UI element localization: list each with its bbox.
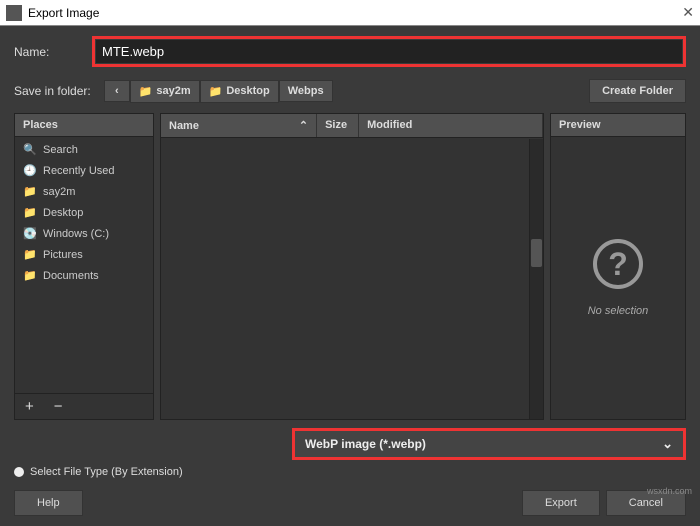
file-type-selector[interactable]: WebP image (*.webp) ⌄	[292, 428, 686, 460]
places-add-button[interactable]: +	[15, 394, 44, 419]
places-header: Places	[15, 114, 153, 137]
select-file-type-label: Select File Type (By Extension)	[30, 466, 183, 478]
places-remove-button[interactable]: −	[44, 394, 73, 419]
breadcrumb-item[interactable]: 📁Desktop	[200, 80, 279, 103]
help-button[interactable]: Help	[14, 490, 83, 516]
file-type-label: WebP image (*.webp)	[305, 437, 426, 451]
file-list-area[interactable]	[161, 138, 543, 419]
chevron-down-icon: ⌄	[662, 436, 673, 452]
folder-icon: 📁	[23, 206, 37, 219]
create-folder-button[interactable]: Create Folder	[589, 79, 686, 103]
column-header-size[interactable]: Size	[317, 114, 359, 137]
places-item-label: Windows (C:)	[43, 228, 109, 240]
places-item-desktop[interactable]: 📁 Desktop	[15, 202, 153, 223]
preview-header: Preview	[551, 114, 685, 137]
places-item-label: Recently Used	[43, 165, 115, 177]
folder-icon: 📁	[23, 269, 37, 282]
places-item-label: Desktop	[43, 207, 83, 219]
places-item-recent[interactable]: 🕘 Recently Used	[15, 160, 153, 181]
places-item-documents[interactable]: 📁 Documents	[15, 265, 153, 286]
filename-input[interactable]	[96, 40, 682, 63]
app-icon	[6, 5, 22, 21]
sort-asc-icon: ⌃	[299, 119, 308, 132]
breadcrumb-label: Webps	[288, 85, 324, 97]
select-file-type-toggle[interactable]: Select File Type (By Extension)	[14, 466, 686, 478]
scrollbar[interactable]	[529, 139, 543, 419]
places-item-label: say2m	[43, 186, 75, 198]
close-icon[interactable]: ✕	[682, 4, 694, 21]
places-item-drive-c[interactable]: 💽 Windows (C:)	[15, 223, 153, 244]
export-button[interactable]: Export	[522, 490, 600, 516]
drive-icon: 💽	[23, 227, 37, 240]
places-item-label: Pictures	[43, 249, 83, 261]
question-mark-icon: ?	[593, 239, 643, 289]
window-title: Export Image	[28, 6, 682, 20]
places-item-user[interactable]: 📁 say2m	[15, 181, 153, 202]
places-item-label: Search	[43, 144, 78, 156]
search-icon: 🔍	[23, 143, 37, 156]
folder-icon: 📁	[23, 248, 37, 261]
places-item-pictures[interactable]: 📁 Pictures	[15, 244, 153, 265]
name-label: Name:	[14, 45, 92, 59]
breadcrumb-back-button[interactable]: ‹	[104, 80, 130, 102]
places-item-search[interactable]: 🔍 Search	[15, 139, 153, 160]
save-folder-label: Save in folder:	[14, 84, 104, 98]
breadcrumb-label: Desktop	[226, 85, 269, 97]
folder-icon: 📁	[209, 85, 223, 98]
breadcrumb-item[interactable]: 📁say2m	[130, 80, 200, 103]
breadcrumb-label: say2m	[156, 85, 190, 97]
preview-status-text: No selection	[588, 305, 649, 317]
folder-icon: 📁	[139, 85, 153, 98]
places-item-label: Documents	[43, 270, 99, 282]
folder-icon: 📁	[23, 185, 37, 198]
scrollbar-thumb[interactable]	[531, 239, 542, 267]
recent-icon: 🕘	[23, 164, 37, 177]
column-header-name[interactable]: Name⌃	[161, 114, 317, 137]
column-header-modified[interactable]: Modified	[359, 114, 543, 137]
bullet-icon	[14, 467, 24, 477]
breadcrumb-item[interactable]: Webps	[279, 80, 333, 102]
watermark: wsxdn.com	[647, 486, 692, 496]
